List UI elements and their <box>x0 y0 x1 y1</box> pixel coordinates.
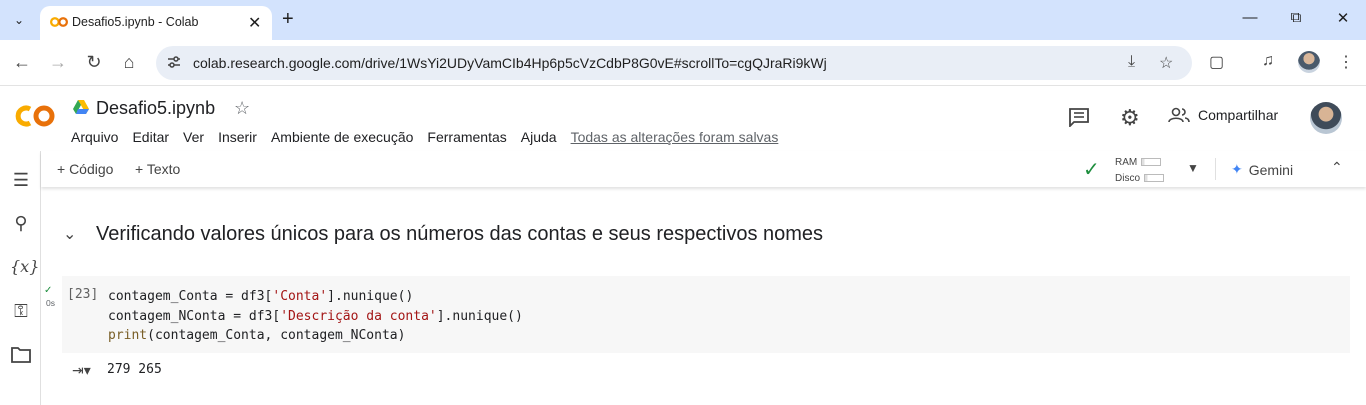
menu-item-ver[interactable]: Ver <box>183 129 204 145</box>
settings-gear-icon[interactable]: ⚙ <box>1120 105 1140 131</box>
disk-label: Disco <box>1115 173 1141 184</box>
share-label: Compartilhar <box>1198 107 1279 123</box>
share-button[interactable]: Compartilhar <box>1168 107 1278 123</box>
add-text-button[interactable]: + Texto <box>135 161 180 177</box>
ram-bar <box>1141 158 1162 167</box>
chevron-up-icon[interactable]: ⌃ <box>1331 159 1343 176</box>
menu-item-inserir[interactable]: Inserir <box>218 129 257 145</box>
colab-favicon-icon <box>50 17 68 27</box>
toolbar-divider <box>1215 158 1216 180</box>
connected-check-icon: ✓ <box>1083 159 1100 181</box>
code-editor[interactable]: contagem_Conta = df3['Conta'].nunique() c… <box>108 287 523 346</box>
files-folder-icon[interactable] <box>10 346 32 364</box>
tab-search-icon[interactable]: ⌄ <box>6 7 32 33</box>
add-code-button[interactable]: + Código <box>57 161 113 177</box>
star-icon[interactable]: ☆ <box>234 98 250 119</box>
table-of-contents-icon[interactable]: ☰ <box>10 170 32 191</box>
comment-icon[interactable] <box>1068 107 1090 127</box>
menu-item-ambiente[interactable]: Ambiente de execução <box>271 129 413 145</box>
disk-bar <box>1144 174 1165 183</box>
menu-icon[interactable]: ⋮ <box>1338 52 1354 72</box>
secrets-key-icon[interactable]: ⚿ <box>10 301 32 322</box>
extensions-icon[interactable]: ▢ <box>1209 52 1224 72</box>
code-cell[interactable]: [23] contagem_Conta = df3['Conta'].nuniq… <box>62 276 1350 353</box>
url-text: colab.research.google.com/drive/1WsYi2UD… <box>193 55 827 71</box>
people-icon <box>1168 107 1190 123</box>
user-avatar[interactable] <box>1310 102 1342 134</box>
restore-icon[interactable]: ⧉ <box>1286 9 1306 26</box>
side-rail: ☰ ⚲ {x} ⚿ <box>0 151 41 405</box>
home-icon[interactable]: ⌂ <box>119 52 139 73</box>
notebook-toolbar: + Código + Texto ✓ RAM Disco ▼ ✦ Gemini … <box>41 151 1366 187</box>
section-collapse-chevron-icon[interactable]: ⌄ <box>63 224 76 244</box>
chevron-down-icon[interactable]: ▼ <box>1187 161 1199 175</box>
profile-avatar[interactable] <box>1298 51 1320 73</box>
download-icon[interactable]: ⤓ <box>1128 53 1135 71</box>
media-icon[interactable]: ♫ <box>1262 52 1274 70</box>
markdown-heading: Verificando valores únicos para os númer… <box>96 223 824 245</box>
browser-tab-strip: ⌄ Desafio5.ipynb - Colab ✕ + — ⧉ ✕ <box>0 0 1366 40</box>
colab-header: Desafio5.ipynb ☆ Arquivo Editar Ver Inse… <box>0 87 1366 151</box>
forward-icon[interactable]: → <box>48 52 68 73</box>
resource-meter[interactable]: RAM Disco <box>1115 155 1165 187</box>
gemini-label: Gemini <box>1248 161 1294 178</box>
address-bar[interactable]: colab.research.google.com/drive/1WsYi2UD… <box>156 46 1192 80</box>
menu-item-ferramentas[interactable]: Ferramentas <box>427 129 506 145</box>
site-info-icon[interactable] <box>166 54 182 70</box>
back-icon[interactable]: ← <box>12 52 32 73</box>
menu-item-ajuda[interactable]: Ajuda <box>521 129 557 145</box>
minimize-icon[interactable]: — <box>1240 9 1260 26</box>
browser-toolbar: ← → ↻ ⌂ colab.research.google.com/drive/… <box>0 40 1366 86</box>
menu-item-editar[interactable]: Editar <box>132 129 169 145</box>
saved-status-link[interactable]: Todas as alterações foram salvas <box>571 129 779 145</box>
close-window-icon[interactable]: ✕ <box>1333 9 1353 27</box>
code-line: contagem_NConta = df3['Descrição da cont… <box>108 308 523 324</box>
notebook-title[interactable]: Desafio5.ipynb <box>96 98 215 119</box>
gemini-sparkle-icon: ✦ <box>1231 161 1243 177</box>
colab-logo-icon[interactable] <box>14 103 58 129</box>
close-icon[interactable]: ✕ <box>248 13 261 33</box>
menu-bar: Arquivo Editar Ver Inserir Ambiente de e… <box>71 129 792 145</box>
code-line: contagem_Conta = df3['Conta'].nunique() <box>108 289 414 304</box>
reload-icon[interactable]: ↻ <box>84 52 104 73</box>
ram-label: RAM <box>1115 157 1138 168</box>
drive-icon[interactable] <box>73 100 89 114</box>
plus-icon[interactable]: + <box>282 8 294 31</box>
run-time: 0s <box>46 298 55 308</box>
variables-icon[interactable]: {x} <box>10 257 39 276</box>
code-line: print(contagem_Conta, contagem_NConta) <box>108 328 406 343</box>
execution-count[interactable]: [23] <box>67 287 98 302</box>
tab-title: Desafio5.ipynb - Colab <box>72 15 199 29</box>
output-actions-icon[interactable]: ⇥▾ <box>72 362 91 379</box>
search-icon[interactable]: ⚲ <box>10 213 32 234</box>
star-icon[interactable]: ☆ <box>1159 53 1173 73</box>
gemini-button[interactable]: ✦ Gemini <box>1231 161 1293 178</box>
run-success-check-icon: ✓ <box>44 285 53 296</box>
menu-item-arquivo[interactable]: Arquivo <box>71 129 118 145</box>
browser-tab[interactable]: Desafio5.ipynb - Colab ✕ <box>40 6 272 40</box>
cell-output: 279 265 <box>107 362 162 377</box>
